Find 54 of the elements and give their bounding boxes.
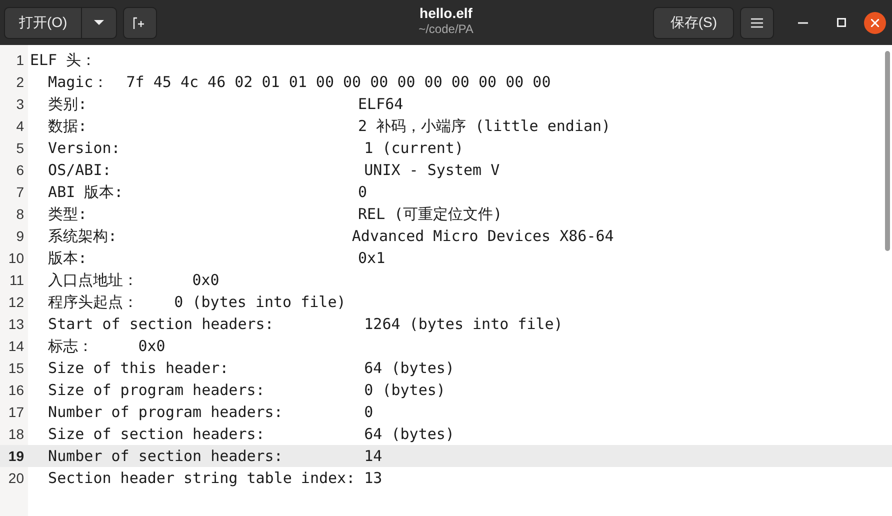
code-line: Start of section headers: 1264 (bytes into file) [47, 314, 563, 335]
code-line: 版本: 0x1 [47, 248, 386, 269]
save-button[interactable]: 保存(S) [653, 6, 734, 38]
code-line: 入口点地址： 0x0 [47, 270, 220, 291]
line-number: 6 [15, 160, 24, 180]
maximize-icon [836, 18, 846, 27]
code-line: 类别: ELF64 [47, 94, 404, 115]
line-number: 8 [15, 204, 24, 224]
close-icon [871, 18, 879, 26]
open-button[interactable]: 打开(O) [4, 6, 82, 38]
code-line: 系统架构: Advanced Micro Devices X86-64 [47, 226, 614, 247]
line-number: 1 [15, 50, 24, 70]
open-dropdown-button[interactable] [82, 6, 118, 38]
caret-icon [94, 20, 104, 26]
code-line: Size of this header: 64 (bytes) [47, 358, 454, 379]
menu-icon [751, 18, 763, 28]
line-number: 9 [15, 226, 24, 246]
code-line: 类型: REL (可重定位文件) [47, 204, 502, 225]
code-line: ABI 版本: 0 [47, 182, 368, 203]
new-tab-button[interactable] [123, 6, 158, 38]
code-line: Magic： 7f 45 4c 46 02 01 01 00 00 00 00 00 00 00 00 00 [47, 72, 551, 93]
window-title: hello.elf [420, 4, 472, 22]
line-number: 14 [7, 336, 24, 356]
line-number: 18 [7, 424, 24, 444]
line-number: 7 [15, 182, 24, 202]
line-number: 19 [7, 446, 24, 466]
code-line: 程序头起点： 0 (bytes into file) [47, 292, 346, 313]
minimize-icon [798, 22, 808, 24]
line-number: 4 [15, 116, 24, 136]
code-line: Size of program headers: 0 (bytes) [47, 380, 446, 401]
code-line: ELF 头： [30, 50, 96, 71]
line-number: 17 [7, 402, 24, 422]
code-line: Version: 1 (current) [47, 138, 464, 159]
line-number: 2 [15, 72, 24, 92]
file-path: ~/code/PA [418, 22, 474, 37]
code-line: Number of section headers: 14 [47, 446, 382, 467]
line-number: 13 [7, 314, 24, 334]
code-line: Size of section headers: 64 (bytes) [47, 424, 454, 445]
line-number: 12 [7, 292, 24, 312]
code-line: 数据: 2 补码，小端序 (little endian) [47, 116, 611, 137]
line-number: 20 [7, 468, 24, 488]
scrollbar-thumb[interactable] [885, 51, 890, 251]
line-number: 11 [8, 270, 24, 290]
code-line: OS/ABI: UNIX - System V [47, 160, 500, 181]
line-number: 5 [15, 138, 24, 158]
close-button[interactable] [864, 12, 886, 34]
code-line: 标志： 0x0 [47, 336, 166, 357]
line-number: 16 [7, 380, 24, 400]
code-line: Section header string table index: 13 [47, 468, 382, 489]
code-line: Number of program headers: 0 [47, 402, 374, 423]
line-number: 15 [7, 358, 24, 378]
menu-button[interactable] [740, 6, 774, 38]
line-number: 3 [15, 94, 24, 114]
line-number: 10 [7, 248, 24, 268]
